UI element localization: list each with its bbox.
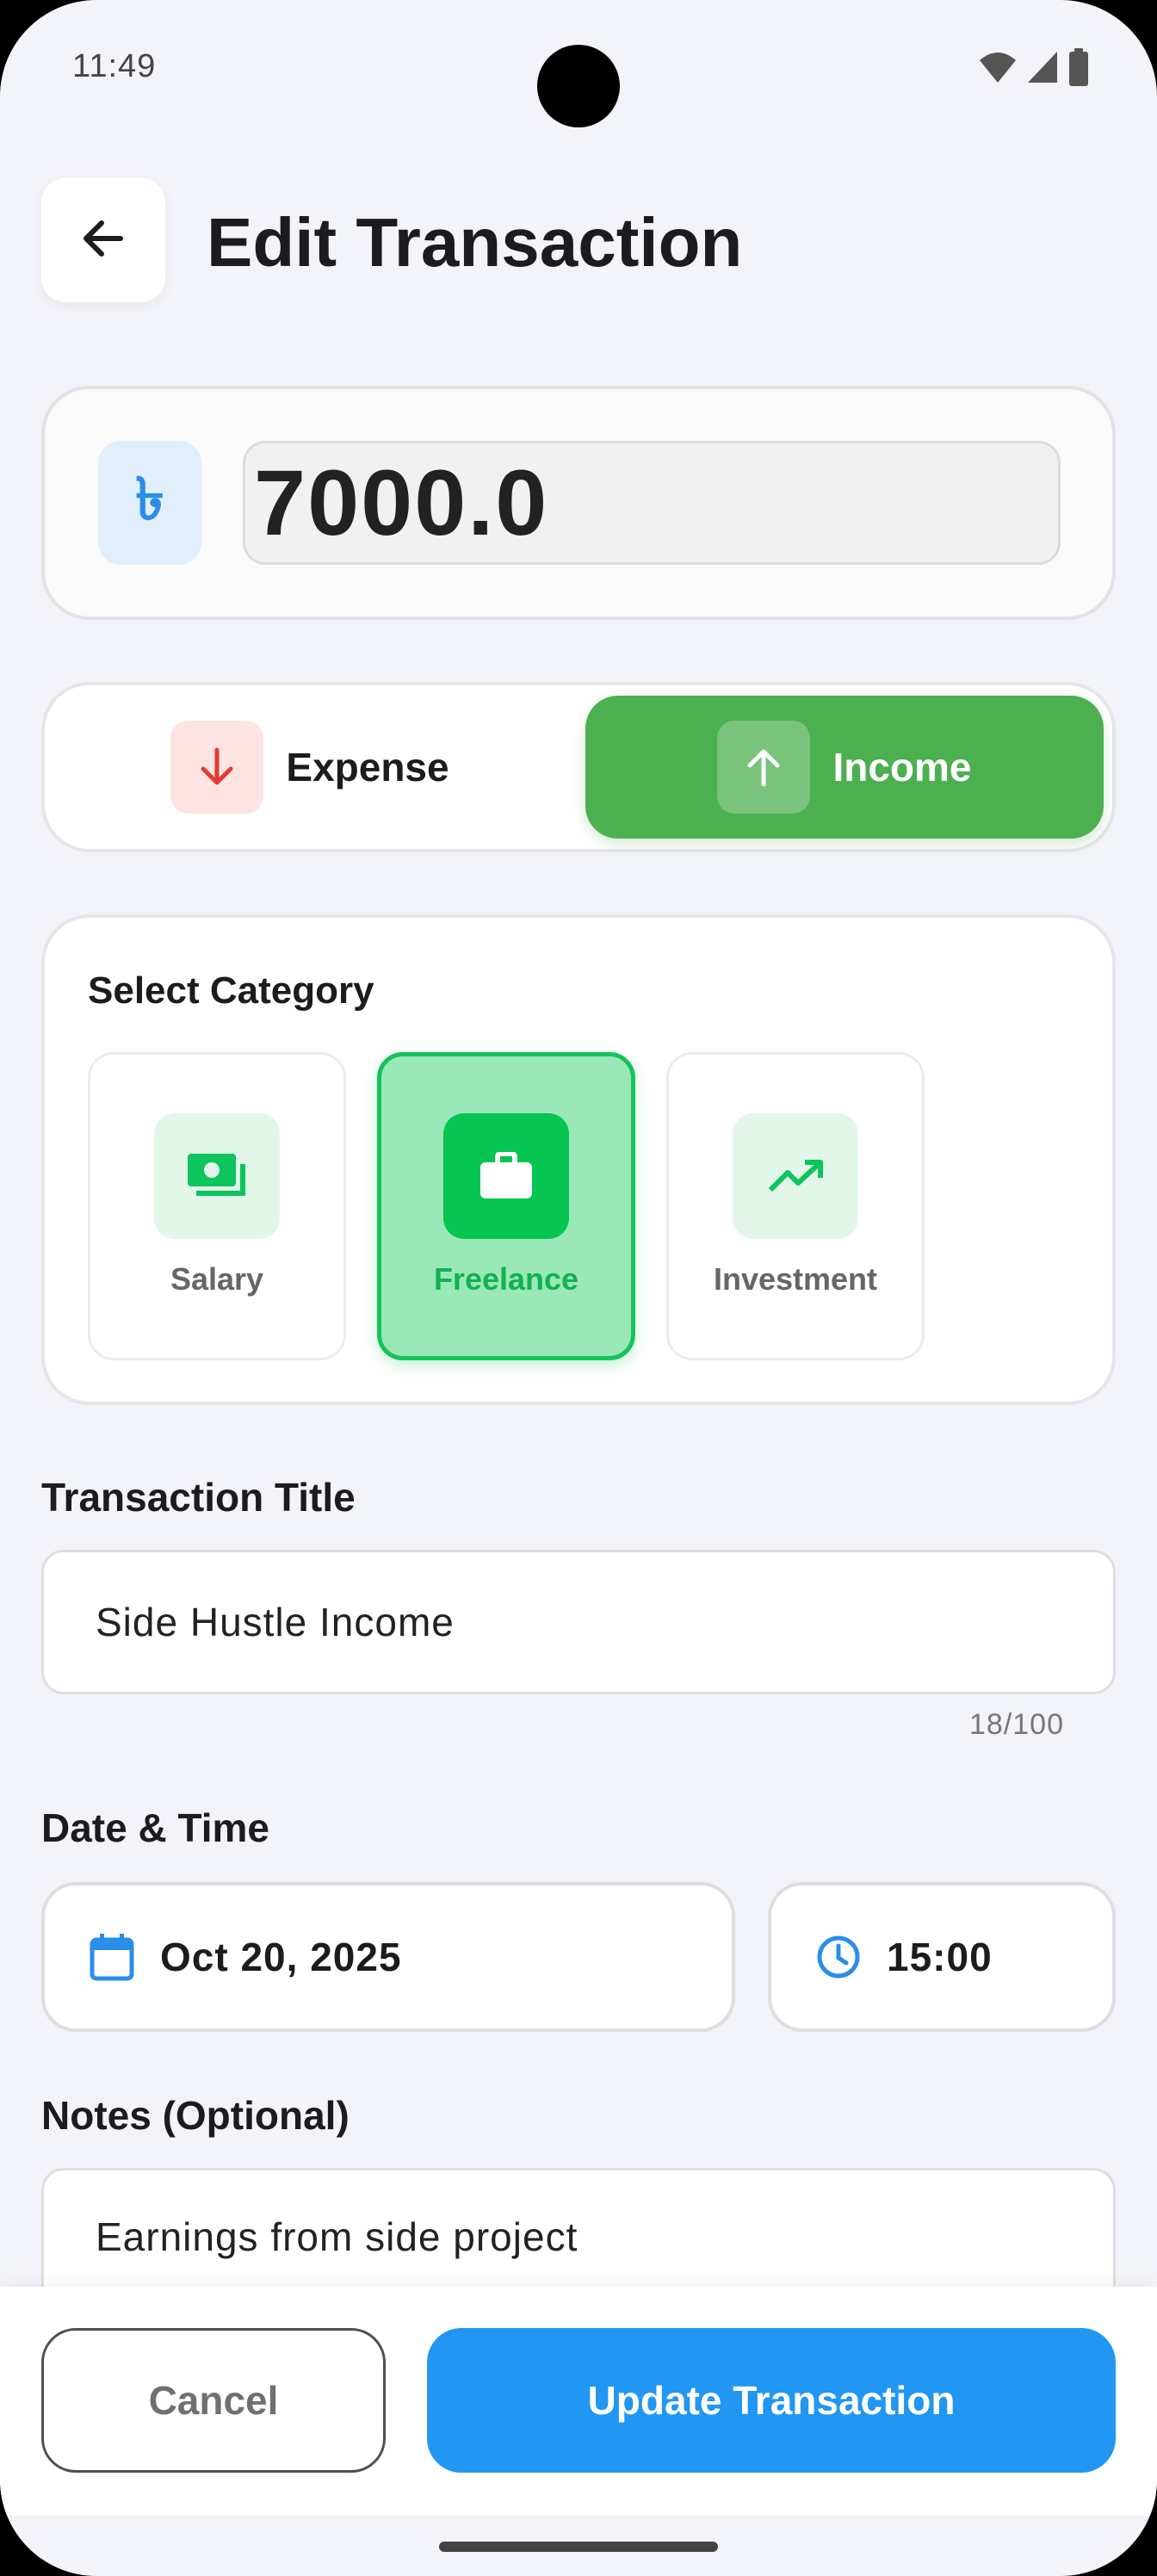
- date-picker[interactable]: Oct 20, 2025: [41, 1882, 735, 2032]
- amount-card: ৳ 7000.0: [41, 386, 1116, 620]
- title-input[interactable]: Side Hustle Income: [41, 1550, 1116, 1694]
- signal-icon: [1026, 50, 1059, 84]
- briefcase-icon: [443, 1113, 569, 1239]
- arrow-left-icon: [79, 214, 127, 267]
- time-picker[interactable]: 15:00: [768, 1882, 1116, 2032]
- category-label: Salary: [170, 1261, 264, 1297]
- category-heading: Select Category: [88, 969, 374, 1012]
- category-freelance[interactable]: Freelance: [377, 1052, 635, 1360]
- taka-currency-icon: ৳: [98, 441, 201, 565]
- category-investment[interactable]: Investment: [666, 1052, 925, 1360]
- status-bar: 11:49: [0, 0, 1157, 129]
- calendar-icon: [90, 1933, 134, 1981]
- page-title: Edit Transaction: [207, 204, 743, 281]
- arrow-up-icon: [717, 721, 811, 814]
- wifi-icon: [978, 50, 1018, 84]
- category-label: Freelance: [433, 1261, 579, 1297]
- title-field-label: Transaction Title: [41, 1475, 356, 1520]
- notes-label: Notes (Optional): [41, 2093, 350, 2138]
- trending-up-icon: [733, 1113, 858, 1239]
- char-counter: 18/100: [969, 1708, 1064, 1741]
- battery-icon: [1067, 48, 1090, 86]
- arrow-down-icon: [170, 721, 264, 814]
- status-time: 11:49: [72, 48, 157, 84]
- income-label: Income: [832, 745, 972, 790]
- date-value: Oct 20, 2025: [160, 1935, 402, 1979]
- income-option[interactable]: Income: [585, 696, 1104, 839]
- amount-input[interactable]: 7000.0: [243, 441, 1061, 565]
- datetime-label: Date & Time: [41, 1805, 270, 1850]
- money-icon: [154, 1113, 280, 1239]
- cancel-button[interactable]: Cancel: [41, 2328, 386, 2473]
- transaction-type-toggle: Expense Income: [41, 682, 1116, 852]
- front-camera: [537, 45, 620, 127]
- clock-icon: [816, 1935, 861, 1979]
- category-salary[interactable]: Salary: [88, 1052, 346, 1360]
- expense-option[interactable]: Expense: [52, 696, 568, 839]
- bottom-action-bar: Cancel Update Transaction: [0, 2287, 1157, 2516]
- home-indicator[interactable]: [439, 2542, 718, 2552]
- back-button[interactable]: [41, 178, 165, 302]
- expense-label: Expense: [286, 745, 449, 790]
- update-transaction-button[interactable]: Update Transaction: [427, 2328, 1116, 2473]
- category-card: Select Category Salary Freelance Investm…: [41, 914, 1116, 1405]
- app-screen: 11:49 Edit Transaction ৳ 7000.0 Expense …: [0, 0, 1157, 2576]
- status-icons: [978, 48, 1090, 86]
- time-value: 15:00: [887, 1935, 993, 1979]
- category-label: Investment: [713, 1261, 878, 1297]
